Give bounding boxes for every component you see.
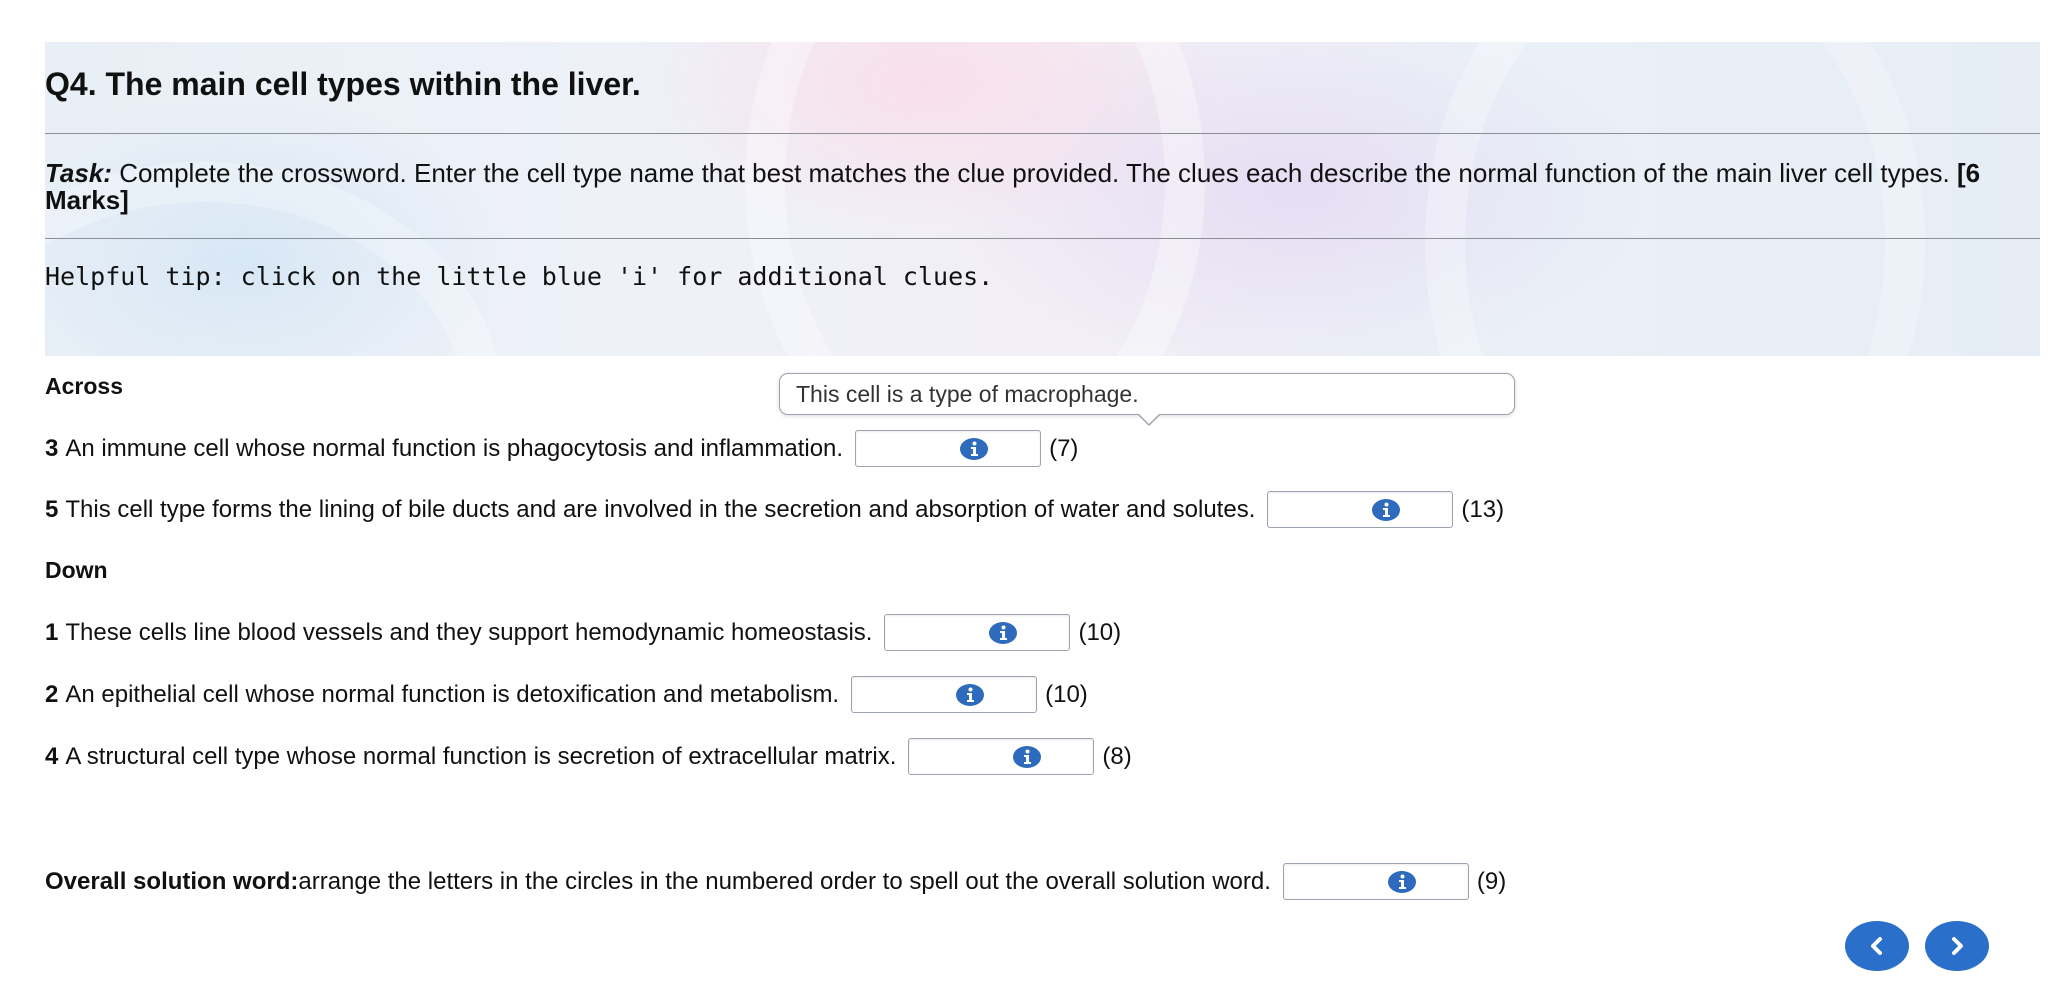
info-icon[interactable] [1387,870,1417,894]
clue-text: This cell type forms the lining of bile … [65,495,1256,523]
letter-count: (13) [1461,495,1505,523]
question-title: Q4. The main cell types within the liver… [45,66,641,102]
previous-button[interactable] [1845,921,1909,971]
down-heading: Down [45,557,108,583]
chevron-right-icon [1952,937,1963,955]
letter-count: (10) [1078,618,1122,646]
tooltip-text: This cell is a type of macrophage. [796,381,1139,407]
answer-input-down-2[interactable] [851,676,1038,713]
chevron-left-icon [1871,937,1882,955]
overall-solution-row: Overall solution word: arrange the lette… [45,863,1506,900]
answer-input-down-4[interactable] [908,738,1095,775]
task-instructions: Task: Complete the crossword. Enter the … [45,160,2005,214]
solution-label: Overall solution word: [45,867,299,895]
clue-down-1: 1 These cells line blood vessels and the… [45,614,1121,651]
info-icon[interactable] [1371,498,1401,522]
clue-number: 1 [45,618,59,646]
crossword-page: Q4. The main cell types within the liver… [0,0,2056,998]
question-header: Q4. The main cell types within the liver… [45,42,2040,356]
info-icon[interactable] [959,437,989,461]
answer-input-down-1[interactable] [884,614,1071,651]
clue-text: An epithelial cell whose normal function… [65,680,840,708]
helpful-tip: Helpful tip: click on the little blue 'i… [45,262,994,291]
clue-across-3: 3 An immune cell whose normal function i… [45,430,1078,467]
divider [45,238,2040,239]
solution-text: arrange the letters in the circles in th… [298,867,1271,895]
info-icon[interactable] [1012,745,1042,769]
answer-input-across-3[interactable] [855,430,1042,467]
clue-number: 2 [45,680,59,708]
clue-text: These cells line blood vessels and they … [65,618,873,646]
clue-number: 3 [45,434,59,462]
task-text: Complete the crossword. Enter the cell t… [111,158,1957,188]
letter-count: (7) [1049,434,1079,462]
letter-count: (10) [1045,680,1088,708]
clue-text: An immune cell whose normal function is … [65,434,844,462]
divider [45,133,2040,134]
letter-count: (8) [1102,742,1132,770]
info-tooltip: This cell is a type of macrophage. [779,373,1515,426]
next-button[interactable] [1925,921,1989,971]
clue-down-2: 2 An epithelial cell whose normal functi… [45,676,1088,713]
clue-text: A structural cell type whose normal func… [65,742,897,770]
clue-across-5: 5 This cell type forms the lining of bil… [45,491,1504,528]
across-heading: Across [45,373,123,399]
letter-count: (9) [1476,867,1507,895]
info-icon[interactable] [988,621,1018,645]
answer-input-solution[interactable] [1282,863,1469,900]
info-icon[interactable] [955,683,985,707]
tooltip-arrow [1137,413,1161,426]
task-label: Task: [45,158,112,188]
answer-input-across-5[interactable] [1267,491,1454,528]
clue-down-4: 4 A structural cell type whose normal fu… [45,738,1132,775]
clue-number: 4 [45,742,59,770]
clue-number: 5 [45,495,59,523]
